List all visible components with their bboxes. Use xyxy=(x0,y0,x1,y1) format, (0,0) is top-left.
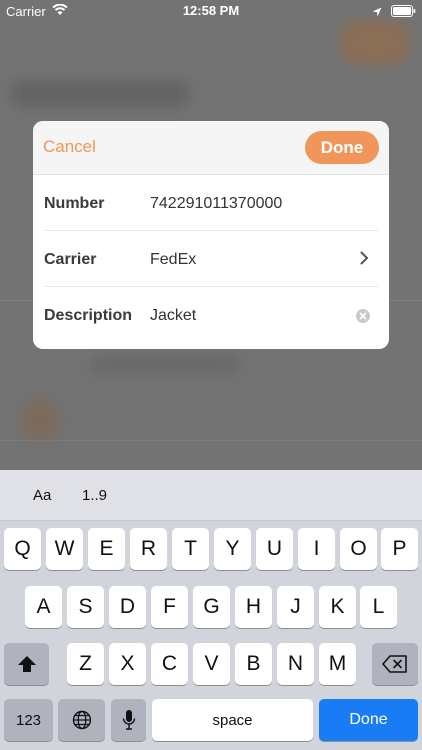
microphone-icon xyxy=(122,710,135,730)
key-g[interactable]: G xyxy=(193,586,230,628)
key-k[interactable]: K xyxy=(319,586,356,628)
number-label: Number xyxy=(44,195,105,212)
onscreen-keyboard: Aa 1..9 Q W E R T Y U I O P A S D F G H … xyxy=(0,470,422,750)
description-label: Description xyxy=(44,307,133,324)
key-w[interactable]: W xyxy=(46,528,83,570)
key-r[interactable]: R xyxy=(130,528,167,570)
key-b[interactable]: B xyxy=(235,643,272,685)
key-o[interactable]: O xyxy=(340,528,377,570)
clear-text-icon[interactable] xyxy=(356,309,370,323)
keyboard-done-key[interactable]: Done xyxy=(319,699,418,741)
key-q[interactable]: Q xyxy=(4,528,41,570)
key-p[interactable]: P xyxy=(381,528,418,570)
background-title-shape xyxy=(10,80,190,108)
carrier-value[interactable]: FedEx xyxy=(150,251,196,269)
toolbar-text-mode[interactable]: Aa xyxy=(33,487,51,504)
number-field[interactable]: 742291011370000 xyxy=(150,195,282,213)
chevron-right-icon[interactable] xyxy=(360,251,369,270)
key-h[interactable]: H xyxy=(235,586,272,628)
key-i[interactable]: I xyxy=(298,528,335,570)
key-y[interactable]: Y xyxy=(214,528,251,570)
key-t[interactable]: T xyxy=(172,528,209,570)
carrier-row[interactable]: Carrier FedEx xyxy=(33,231,389,287)
key-u[interactable]: U xyxy=(256,528,293,570)
cancel-button[interactable]: Cancel xyxy=(43,137,96,157)
key-n[interactable]: N xyxy=(277,643,314,685)
location-arrow-icon xyxy=(372,5,382,20)
key-s[interactable]: S xyxy=(67,586,104,628)
globe-icon xyxy=(72,710,91,730)
key-j[interactable]: J xyxy=(277,586,314,628)
dialog-header: Cancel Done xyxy=(33,121,389,175)
battery-icon xyxy=(391,5,416,20)
done-button[interactable]: Done xyxy=(305,131,379,164)
toolbar-number-mode[interactable]: 1..9 xyxy=(82,487,107,504)
number-row[interactable]: Number 742291011370000 xyxy=(33,175,389,231)
space-key[interactable]: space xyxy=(152,699,313,741)
backspace-key[interactable] xyxy=(372,643,418,685)
key-z[interactable]: Z xyxy=(67,643,104,685)
key-v[interactable]: V xyxy=(193,643,230,685)
status-bar: Carrier 12:58 PM xyxy=(0,0,422,22)
description-field[interactable]: Jacket xyxy=(150,307,196,325)
key-x[interactable]: X xyxy=(109,643,146,685)
status-time: 12:58 PM xyxy=(182,3,240,18)
shift-key[interactable] xyxy=(4,643,49,685)
backspace-icon xyxy=(382,655,407,673)
key-a[interactable]: A xyxy=(25,586,62,628)
key-m[interactable]: M xyxy=(319,643,356,685)
key-e[interactable]: E xyxy=(88,528,125,570)
numbers-key[interactable]: 123 xyxy=(4,699,53,741)
edit-package-dialog: Cancel Done Number 742291011370000 Carri… xyxy=(33,121,389,349)
carrier-label: Carrier xyxy=(44,251,97,268)
globe-key[interactable] xyxy=(58,699,105,741)
dictation-key[interactable] xyxy=(111,699,146,741)
background-accent-shape xyxy=(340,20,410,65)
background-divider xyxy=(0,440,422,441)
background-thumbnail-shape xyxy=(20,400,60,440)
background-text-shape xyxy=(90,355,240,375)
keyboard-suggestion-bar: Aa 1..9 xyxy=(0,470,422,521)
description-row[interactable]: Description Jacket xyxy=(33,287,389,343)
key-l[interactable]: L xyxy=(360,586,397,628)
key-d[interactable]: D xyxy=(109,586,146,628)
key-f[interactable]: F xyxy=(151,586,188,628)
key-c[interactable]: C xyxy=(151,643,188,685)
shift-arrow-icon xyxy=(17,656,36,672)
